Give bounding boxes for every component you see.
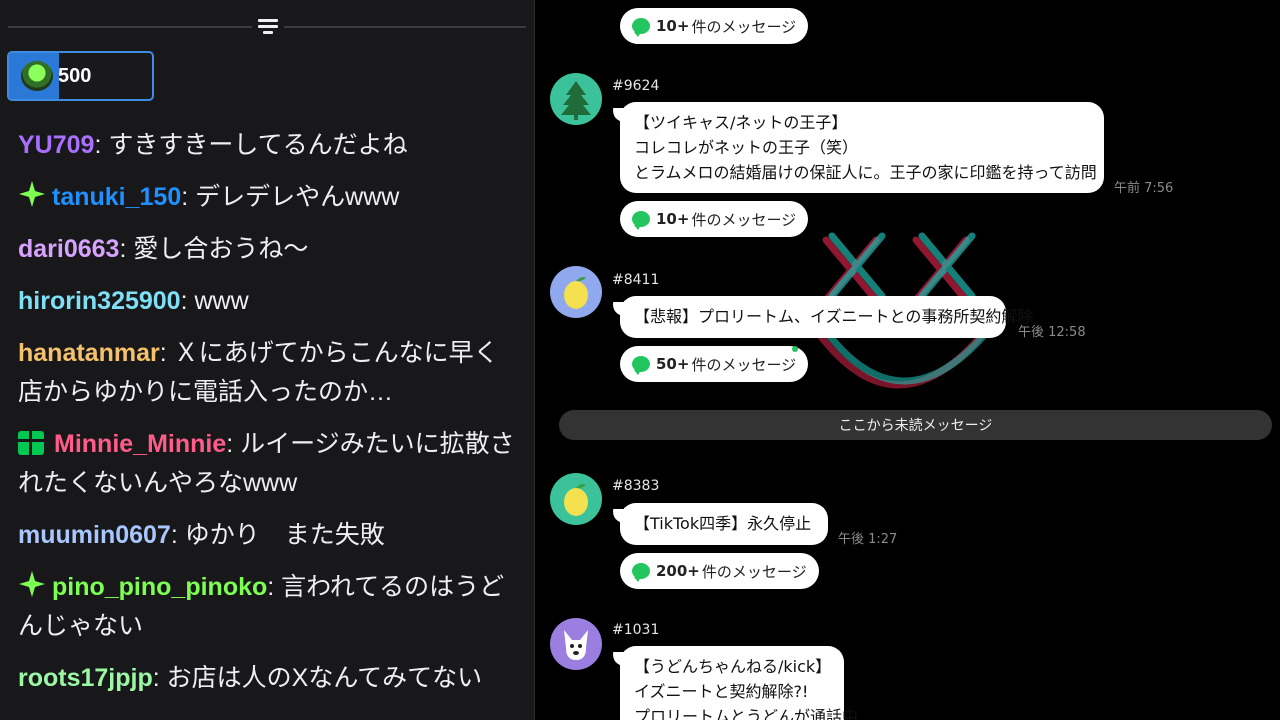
message-line: 【TikTok四季】永久停止: [634, 514, 812, 533]
chat-username[interactable]: tanuki_150: [52, 183, 181, 211]
chat-message-text: : 愛し合おうね～: [119, 235, 309, 263]
post-id: #1031: [612, 622, 660, 638]
chat-message-text: : すきすきーしてるんだよね: [94, 131, 408, 159]
chat-message-list: YU709: すきすきーしてるんだよね tanuki_150: デレデレやんww…: [18, 126, 518, 711]
message-line: コレコレがネットの王子（笑）: [634, 138, 859, 157]
chat-username[interactable]: YU709: [18, 131, 94, 159]
chat-username[interactable]: Minnie_Minnie: [54, 430, 226, 458]
unread-divider: ここから未読メッセージ: [559, 410, 1272, 440]
chat-message-text: : ゆかり また失敗: [170, 521, 385, 549]
online-indicator: [792, 346, 798, 352]
reply-count-pill[interactable]: 10+ 件のメッセージ: [620, 201, 809, 237]
message-timestamp: 午後 12:58: [1018, 325, 1086, 340]
sparkle-badge-icon[interactable]: [18, 180, 46, 208]
reply-count: 50+: [656, 355, 690, 373]
chat-username[interactable]: muumin0607: [18, 521, 171, 549]
tree-icon: [561, 81, 591, 120]
speech-bubble-icon: [632, 563, 650, 582]
chat-username[interactable]: pino_pino_pinoko: [52, 573, 267, 601]
chat-username[interactable]: dari0663: [18, 235, 119, 263]
chat-message: tanuki_150: デレデレやんwww: [18, 178, 518, 217]
channel-points-value: 500: [58, 65, 92, 87]
post-id: #8411: [612, 272, 660, 288]
message-timestamp: 午前 7:56: [1114, 181, 1174, 196]
lemon-icon: [564, 277, 588, 309]
post-id: #8383: [612, 478, 660, 494]
chat-message: YU709: すきすきーしてるんだよね: [18, 126, 518, 165]
chat-message: muumin0607: ゆかり また失敗: [18, 516, 518, 555]
speech-bubble-icon: [632, 356, 650, 375]
chat-username[interactable]: roots17jpjp: [18, 664, 153, 692]
sparkle-badge-icon[interactable]: [18, 570, 46, 598]
lemon-icon: [564, 484, 588, 516]
chat-message: dari0663: 愛し合おうね～: [18, 230, 518, 269]
message-bubble[interactable]: 【悲報】プロリートム、イズニートとの事務所契約解除: [620, 296, 1034, 338]
dog-icon: [564, 630, 588, 660]
reply-count-pill[interactable]: 10+ 件のメッセージ: [620, 8, 809, 44]
chat-menu-icon[interactable]: [252, 12, 284, 40]
post-avatar[interactable]: [550, 473, 602, 525]
chat-message-text: : お店は人のXなんてみてない: [152, 664, 483, 692]
gift-badge-icon[interactable]: [18, 431, 44, 455]
chat-message: hanatanmar: Ｘにあげてからこんなに早く店からゆかりに電話入ったのか…: [18, 334, 518, 412]
chat-username[interactable]: hanatanmar: [18, 339, 160, 367]
chat-username[interactable]: hirorin325900: [18, 287, 181, 315]
reply-count-pill[interactable]: 200+ 件のメッセージ: [620, 553, 819, 589]
message-line: 【ツイキャス/ネットの王子】: [634, 113, 848, 132]
chat-panel: 500 YU709: すきすきーしてるんだよね tanuki_150: デレデレ…: [0, 0, 535, 720]
message-line: プロリートムとうどんが通話中: [634, 707, 859, 720]
reply-count: 10+: [656, 210, 690, 228]
message-bubble[interactable]: 【TikTok四季】永久停止: [620, 503, 828, 545]
message-timestamp: 午後 1:27: [838, 532, 898, 547]
message-line: イズニートと契約解除?!: [634, 682, 809, 701]
reply-count-label: 件のメッセージ: [691, 355, 797, 374]
message-line: 【悲報】プロリートム、イズニートとの事務所契約解除: [634, 307, 1034, 326]
thread-panel: 10+ 件のメッセージ #9624 【ツイキャス/ネットの王子】 コレコレがネット…: [536, 0, 1280, 720]
chat-message-text: : デレデレやんwww: [181, 183, 400, 211]
reply-count: 10+: [656, 17, 690, 35]
reply-count-pill[interactable]: 50+ 件のメッセージ: [620, 346, 809, 382]
reply-count-label: 件のメッセージ: [691, 17, 797, 36]
speech-bubble-icon: [632, 211, 650, 230]
post-avatar[interactable]: [550, 266, 602, 318]
message-bubble[interactable]: 【うどんちゃんねる/kick】 イズニートと契約解除?! プロリートムとうどんが…: [620, 646, 859, 720]
chat-message: roots17jpjp: お店は人のXなんてみてない: [18, 659, 518, 698]
chat-message: hirorin325900: www: [18, 282, 518, 321]
reply-count: 200+: [656, 562, 700, 580]
chat-message: Minnie_Minnie: ルイージみたいに拡散されたくないんやろなwww: [18, 425, 518, 503]
message-line: 【うどんちゃんねる/kick】: [634, 657, 832, 676]
channel-points-icon: [21, 61, 53, 91]
post-id: #9624: [612, 78, 660, 94]
speech-bubble-icon: [632, 18, 650, 37]
reply-count-label: 件のメッセージ: [701, 562, 807, 581]
chat-message-text: : www: [180, 287, 249, 315]
channel-points-button[interactable]: 500: [7, 51, 154, 101]
reply-count-label: 件のメッセージ: [691, 210, 797, 229]
message-line: とラムメロの結婚届けの保証人に。王子の家に印鑑を持って訪問: [634, 163, 1097, 182]
chat-message: pino_pino_pinoko: 言われてるのはうどんじゃない: [18, 568, 518, 646]
message-bubble[interactable]: 【ツイキャス/ネットの王子】 コレコレがネットの王子（笑） とラムメロの結婚届け…: [620, 102, 1104, 193]
post-avatar[interactable]: [550, 73, 602, 125]
post-avatar[interactable]: [550, 618, 602, 670]
